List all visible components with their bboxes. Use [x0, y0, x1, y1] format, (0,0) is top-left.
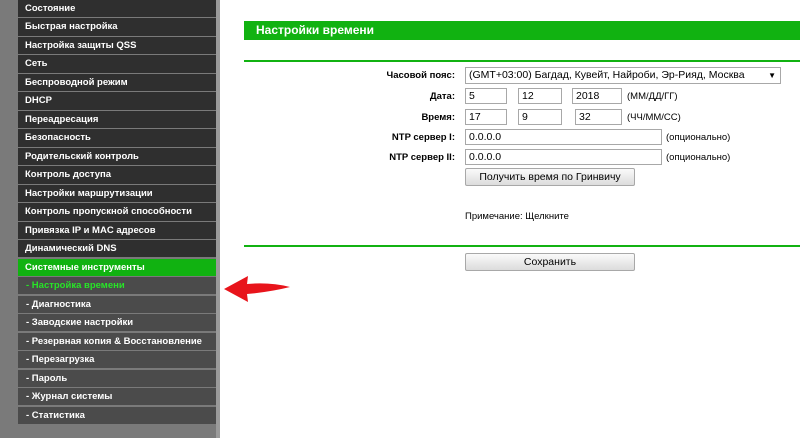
get-gmt-button[interactable]: Получить время по Гринвичу — [465, 168, 635, 186]
time-hour-input[interactable] — [465, 109, 507, 125]
timezone-label: Часовой пояс: — [386, 70, 455, 81]
menu-item-ddns[interactable]: Динамический DNS — [18, 240, 216, 258]
date-day-input[interactable] — [465, 88, 507, 104]
menu-item-parental-control[interactable]: Родительский контроль — [18, 147, 216, 166]
time-format-hint: (ЧЧ/ММ/СС) — [627, 112, 681, 123]
timezone-select[interactable]: (GMT+03:00) Багдад, Кувейт, Найроби, Эр-… — [465, 67, 781, 84]
menu-item-access-control[interactable]: Контроль доступа — [18, 166, 216, 184]
ntp1-hint: (опционально) — [666, 132, 731, 143]
submenu-item-time-settings[interactable]: - Настройка времени — [18, 277, 216, 295]
submenu-item-system-log[interactable]: - Журнал системы — [18, 388, 216, 406]
sidebar: Состояние Быстрая настройка Настройка за… — [0, 0, 220, 438]
date-year-input[interactable] — [572, 88, 622, 104]
page-title: Настройки времени — [244, 21, 800, 40]
submenu-item-factory-defaults[interactable]: - Заводские настройки — [18, 314, 216, 332]
date-format-hint: (ММ/ДД/ГГ) — [627, 91, 678, 102]
menu-item-wireless[interactable]: Беспроводной режим — [18, 73, 216, 92]
menu-item-network[interactable]: Сеть — [18, 55, 216, 73]
save-button[interactable]: Сохранить — [465, 253, 635, 271]
time-second-input[interactable] — [575, 109, 622, 125]
submenu-item-statistics[interactable]: - Статистика — [18, 406, 216, 424]
red-arrow-left-icon — [224, 276, 290, 302]
submenu-item-reboot[interactable]: - Перезагрузка — [18, 351, 216, 369]
menu-item-system-tools[interactable]: Системные инструменты — [18, 258, 216, 276]
time-label: Время: — [421, 112, 455, 123]
submenu-item-backup-restore[interactable]: - Резервная копия & Восстановление — [18, 332, 216, 350]
submenu-item-password[interactable]: - Пароль — [18, 369, 216, 387]
menu-item-qss[interactable]: Настройка защиты QSS — [18, 36, 216, 55]
time-minute-input[interactable] — [518, 109, 562, 125]
submenu-item-diagnostics[interactable]: - Диагностика — [18, 295, 216, 313]
ntp2-hint: (опционально) — [666, 152, 731, 163]
menu-item-routing[interactable]: Настройки маршрутизации — [18, 184, 216, 203]
triangle-down-icon: ▼ — [768, 71, 776, 80]
sidebar-border — [216, 0, 220, 438]
ntp1-label: NTP сервер I: — [391, 132, 455, 143]
top-divider — [244, 60, 800, 62]
menu-item-bandwidth-control[interactable]: Контроль пропускной способности — [18, 203, 216, 221]
menu-item-forwarding[interactable]: Переадресация — [18, 110, 216, 129]
ntp2-label: NTP сервер II: — [389, 152, 455, 163]
date-month-input[interactable] — [518, 88, 562, 104]
sidebar-menu: Состояние Быстрая настройка Настройка за… — [18, 0, 216, 425]
menu-item-security[interactable]: Безопасность — [18, 129, 216, 147]
ntp2-input[interactable] — [465, 149, 662, 165]
bottom-divider — [244, 245, 800, 247]
menu-item-ip-mac-binding[interactable]: Привязка IP и MAC адресов — [18, 221, 216, 239]
date-label: Дата: — [429, 91, 455, 102]
timezone-value: (GMT+03:00) Багдад, Кувейт, Найроби, Эр-… — [469, 69, 745, 81]
ntp1-input[interactable] — [465, 129, 662, 145]
menu-item-quick-setup[interactable]: Быстрая настройка — [18, 18, 216, 36]
note-text: Примечание: Щелкните — [465, 211, 569, 222]
menu-item-status[interactable]: Состояние — [18, 0, 216, 18]
menu-item-dhcp[interactable]: DHCP — [18, 92, 216, 110]
